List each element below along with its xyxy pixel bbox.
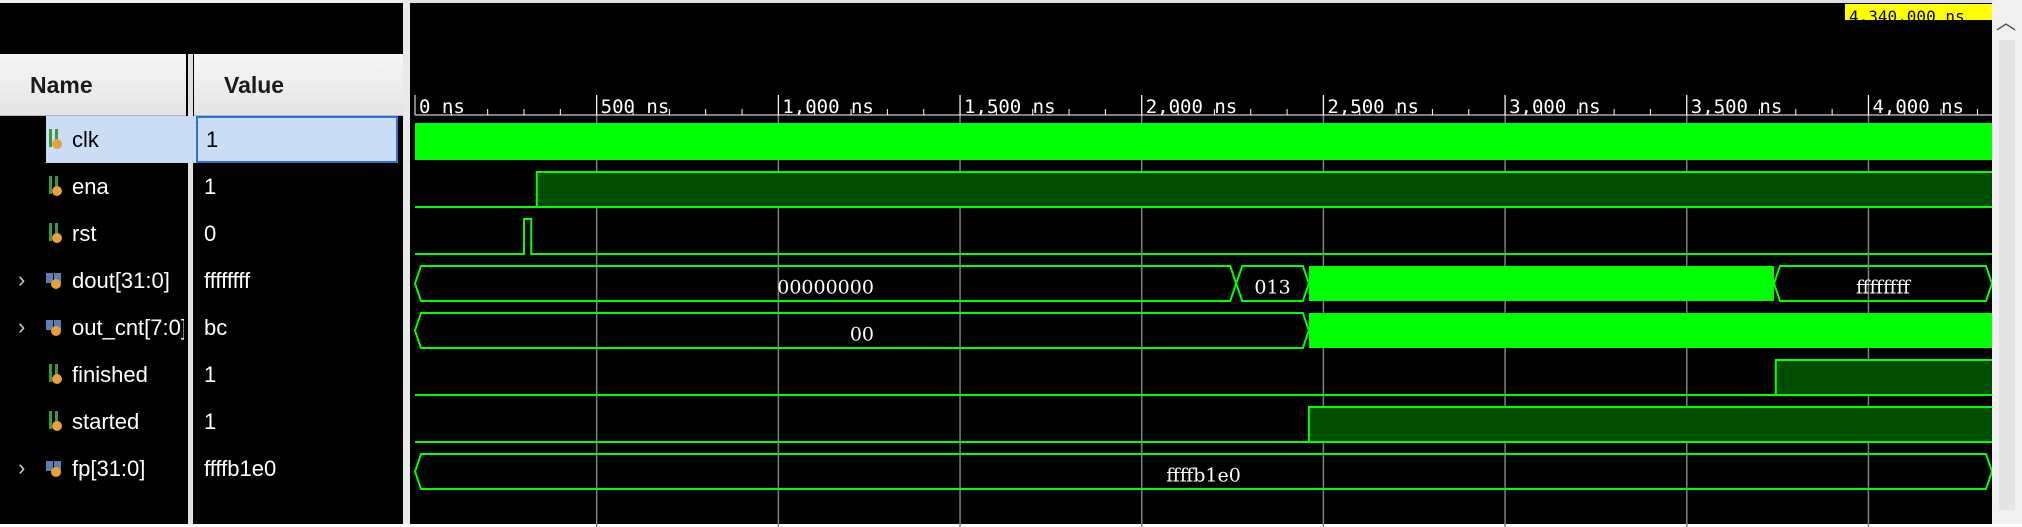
- cursor-time-label: 4,340,000 ns: [1845, 4, 1992, 20]
- ruler-tick-label: 2,000 ns: [1146, 96, 1238, 118]
- signal-name-value-panel: Name Value clk 1 ena 1 rst 0 › dout[31:0] ffffff…: [0, 0, 407, 524]
- value-column-header[interactable]: Value: [194, 54, 403, 116]
- bit-signal-icon: [46, 364, 64, 386]
- waveform-canvas[interactable]: 0 ns 500 ns 1,000 ns 1,500 ns 2,000 ns 2,500 …: [410, 0, 1992, 527]
- ruler-tick-label: 2,500 ns: [1327, 96, 1419, 118]
- ruler-tick-label: 3,500 ns: [1691, 96, 1783, 118]
- bit-signal-icon: [46, 223, 64, 245]
- signal-value[interactable]: 1: [204, 163, 394, 210]
- signal-row[interactable]: › dout[31:0] ffffffff: [0, 257, 403, 304]
- signal-trace: [415, 218, 1992, 255]
- vertical-scrollbar[interactable]: ︿: [1992, 0, 2022, 524]
- signal-name[interactable]: started: [72, 398, 184, 445]
- bit-signal-icon: [46, 411, 64, 433]
- signal-name[interactable]: rst: [72, 210, 184, 257]
- panel-top-spacer: [0, 0, 403, 57]
- bus-signal-icon: [46, 270, 64, 292]
- signal-name[interactable]: ena: [72, 163, 184, 210]
- chevron-right-icon[interactable]: ›: [18, 312, 25, 342]
- signal-name[interactable]: out_cnt[7:0]: [72, 304, 184, 351]
- chevron-right-icon[interactable]: ›: [18, 265, 25, 295]
- signal-row[interactable]: started 1: [0, 398, 403, 445]
- bus-value-label: 013: [1254, 277, 1290, 299]
- signal-value[interactable]: ffffffff: [204, 257, 394, 304]
- clock-trace: [415, 123, 1992, 160]
- scrollbar-track[interactable]: [1999, 40, 2015, 510]
- signal-row[interactable]: › fp[31:0] ffffb1e0: [0, 445, 403, 492]
- bus-value-label: 00: [850, 324, 874, 346]
- signal-value[interactable]: 0: [204, 210, 394, 257]
- bus-value-label: 00000000: [777, 277, 874, 299]
- column-header: Name Value: [0, 54, 403, 116]
- signal-row[interactable]: finished 1: [0, 351, 403, 398]
- bit-signal-icon: [46, 129, 64, 151]
- panel-splitter[interactable]: [403, 0, 410, 524]
- bus-value-label: ffffffff: [1856, 277, 1911, 299]
- ruler-tick-label: 500 ns: [601, 96, 670, 118]
- signal-name[interactable]: clk: [46, 116, 212, 163]
- signal-high-fill: [536, 172, 1992, 207]
- waveform-svg: 0 ns 500 ns 1,000 ns 1,500 ns 2,000 ns 2,500 …: [413, 95, 1992, 527]
- signal-value[interactable]: bc: [204, 304, 394, 351]
- signal-name[interactable]: fp[31:0]: [72, 445, 184, 492]
- bus-dense-segment: [1308, 313, 1992, 348]
- signal-value[interactable]: 1: [196, 116, 398, 163]
- signal-trace: [415, 359, 1992, 396]
- bus-signal-icon: [46, 317, 64, 339]
- signal-high-fill: [1775, 360, 1992, 395]
- signal-value[interactable]: ffffb1e0: [204, 445, 394, 492]
- bus-dense-segment: [1308, 266, 1774, 301]
- signal-value[interactable]: 1: [204, 398, 394, 445]
- signal-row[interactable]: › out_cnt[7:0] bc: [0, 304, 403, 351]
- ruler-tick-label: 1,500 ns: [964, 96, 1056, 118]
- chevron-up-icon[interactable]: ︿: [1996, 6, 2016, 35]
- signal-high-fill: [1308, 407, 1992, 442]
- name-column-header[interactable]: Name: [0, 54, 186, 116]
- bus-value-label: ffffb1e0: [1166, 465, 1241, 487]
- ruler-tick-label: 1,000 ns: [782, 96, 874, 118]
- signal-row[interactable]: rst 0: [0, 210, 403, 257]
- signal-row[interactable]: ena 1: [0, 163, 403, 210]
- signal-value[interactable]: 1: [204, 351, 394, 398]
- ruler-tick-label: 4,000 ns: [1872, 96, 1964, 118]
- ruler-tick-label: 0 ns: [419, 96, 465, 118]
- signal-row[interactable]: clk 1: [0, 116, 403, 163]
- bus-signal-icon: [46, 458, 64, 480]
- signal-name[interactable]: finished: [72, 351, 184, 398]
- ruler-tick-label: 3,000 ns: [1509, 96, 1601, 118]
- signal-name[interactable]: dout[31:0]: [72, 257, 184, 304]
- bit-signal-icon: [46, 176, 64, 198]
- chevron-right-icon[interactable]: ›: [18, 453, 25, 483]
